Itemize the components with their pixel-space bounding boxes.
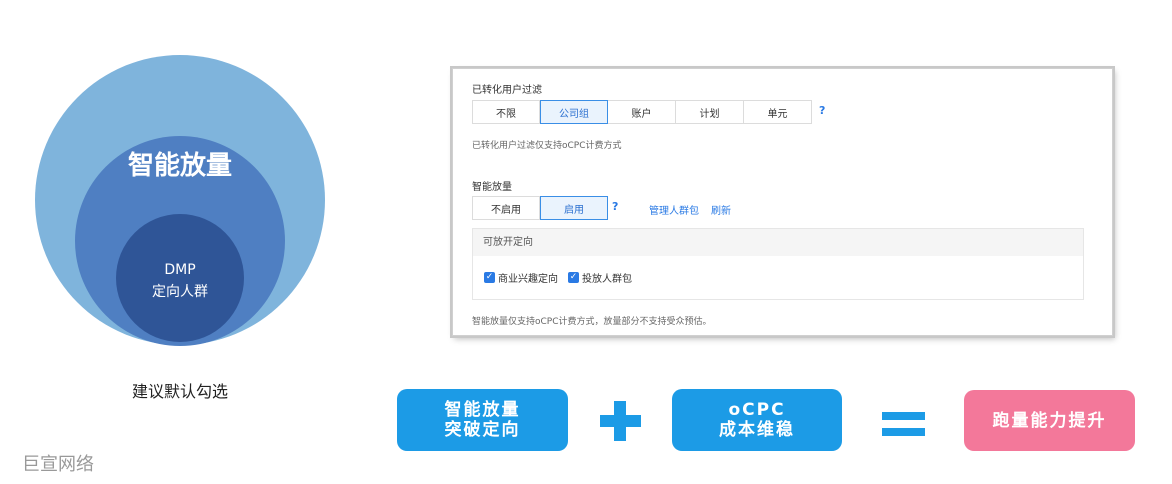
filter-help-icon[interactable]: ?: [819, 104, 825, 117]
pill-line: oCPC: [728, 400, 786, 420]
smart-help-icon[interactable]: ?: [612, 200, 618, 213]
venn-inner-label-1: DMP: [164, 262, 196, 278]
smart-title: 智能放量: [472, 182, 512, 193]
filter-option-account[interactable]: 账户: [608, 100, 676, 124]
result-pill: 跑量能力提升: [964, 390, 1135, 451]
footer-note: 智能放量仅支持oCPC计费方式，放量部分不支持受众预估。: [472, 317, 712, 327]
ocpc-pill: oCPC 成本维稳: [672, 389, 842, 451]
targeting-box: 可放开定向 ✓ 商业兴趣定向 ✓ 投放人群包: [472, 228, 1084, 300]
venn-outer-label: 智能放量: [127, 151, 232, 181]
targeting-checkboxes: ✓ 商业兴趣定向 ✓ 投放人群包: [484, 270, 642, 285]
manage-audience-link[interactable]: 管理人群包: [649, 202, 699, 217]
filter-segmented-control: 不限 公司组 账户 计划 单元: [472, 100, 812, 124]
filter-title: 已转化用户过滤: [472, 85, 542, 96]
settings-panel: 已转化用户过滤 不限 公司组 账户 计划 单元 ? 已转化用户过滤仅支持oCPC…: [452, 68, 1113, 336]
pill-line: 突破定向: [444, 420, 521, 440]
venn-caption: 建议默认勾选: [131, 382, 228, 401]
filter-option-company-group[interactable]: 公司组: [540, 100, 608, 124]
smart-segmented-control: 不启用 启用: [472, 196, 608, 220]
checkbox-commercial-interest[interactable]: ✓: [484, 272, 495, 283]
equals-icon: [882, 412, 925, 420]
checkbox-label: 商业兴趣定向: [498, 274, 558, 285]
pill-line: 智能放量: [444, 400, 521, 420]
smart-option-enable[interactable]: 启用: [540, 196, 608, 220]
filter-note: 已转化用户过滤仅支持oCPC计费方式: [472, 141, 622, 151]
pill-line: 跑量能力提升: [992, 410, 1107, 431]
pill-line: 成本维稳: [719, 420, 795, 440]
filter-option-plan[interactable]: 计划: [676, 100, 744, 124]
refresh-link[interactable]: 刷新: [711, 202, 731, 217]
checkbox-label: 投放人群包: [582, 274, 632, 285]
targeting-header: 可放开定向: [473, 229, 1083, 256]
venn-inner-circle: [116, 214, 244, 342]
smart-expansion-pill: 智能放量 突破定向: [397, 389, 568, 451]
venn-inner-label-2: 定向人群: [152, 284, 208, 300]
plus-icon: [614, 401, 626, 441]
filter-option-unlimited[interactable]: 不限: [472, 100, 540, 124]
checkbox-audience-package[interactable]: ✓: [568, 272, 579, 283]
brand-watermark: 巨宣网络: [22, 454, 94, 475]
smart-option-disable[interactable]: 不启用: [472, 196, 540, 220]
filter-option-unit[interactable]: 单元: [744, 100, 812, 124]
equals-icon: [882, 428, 925, 436]
